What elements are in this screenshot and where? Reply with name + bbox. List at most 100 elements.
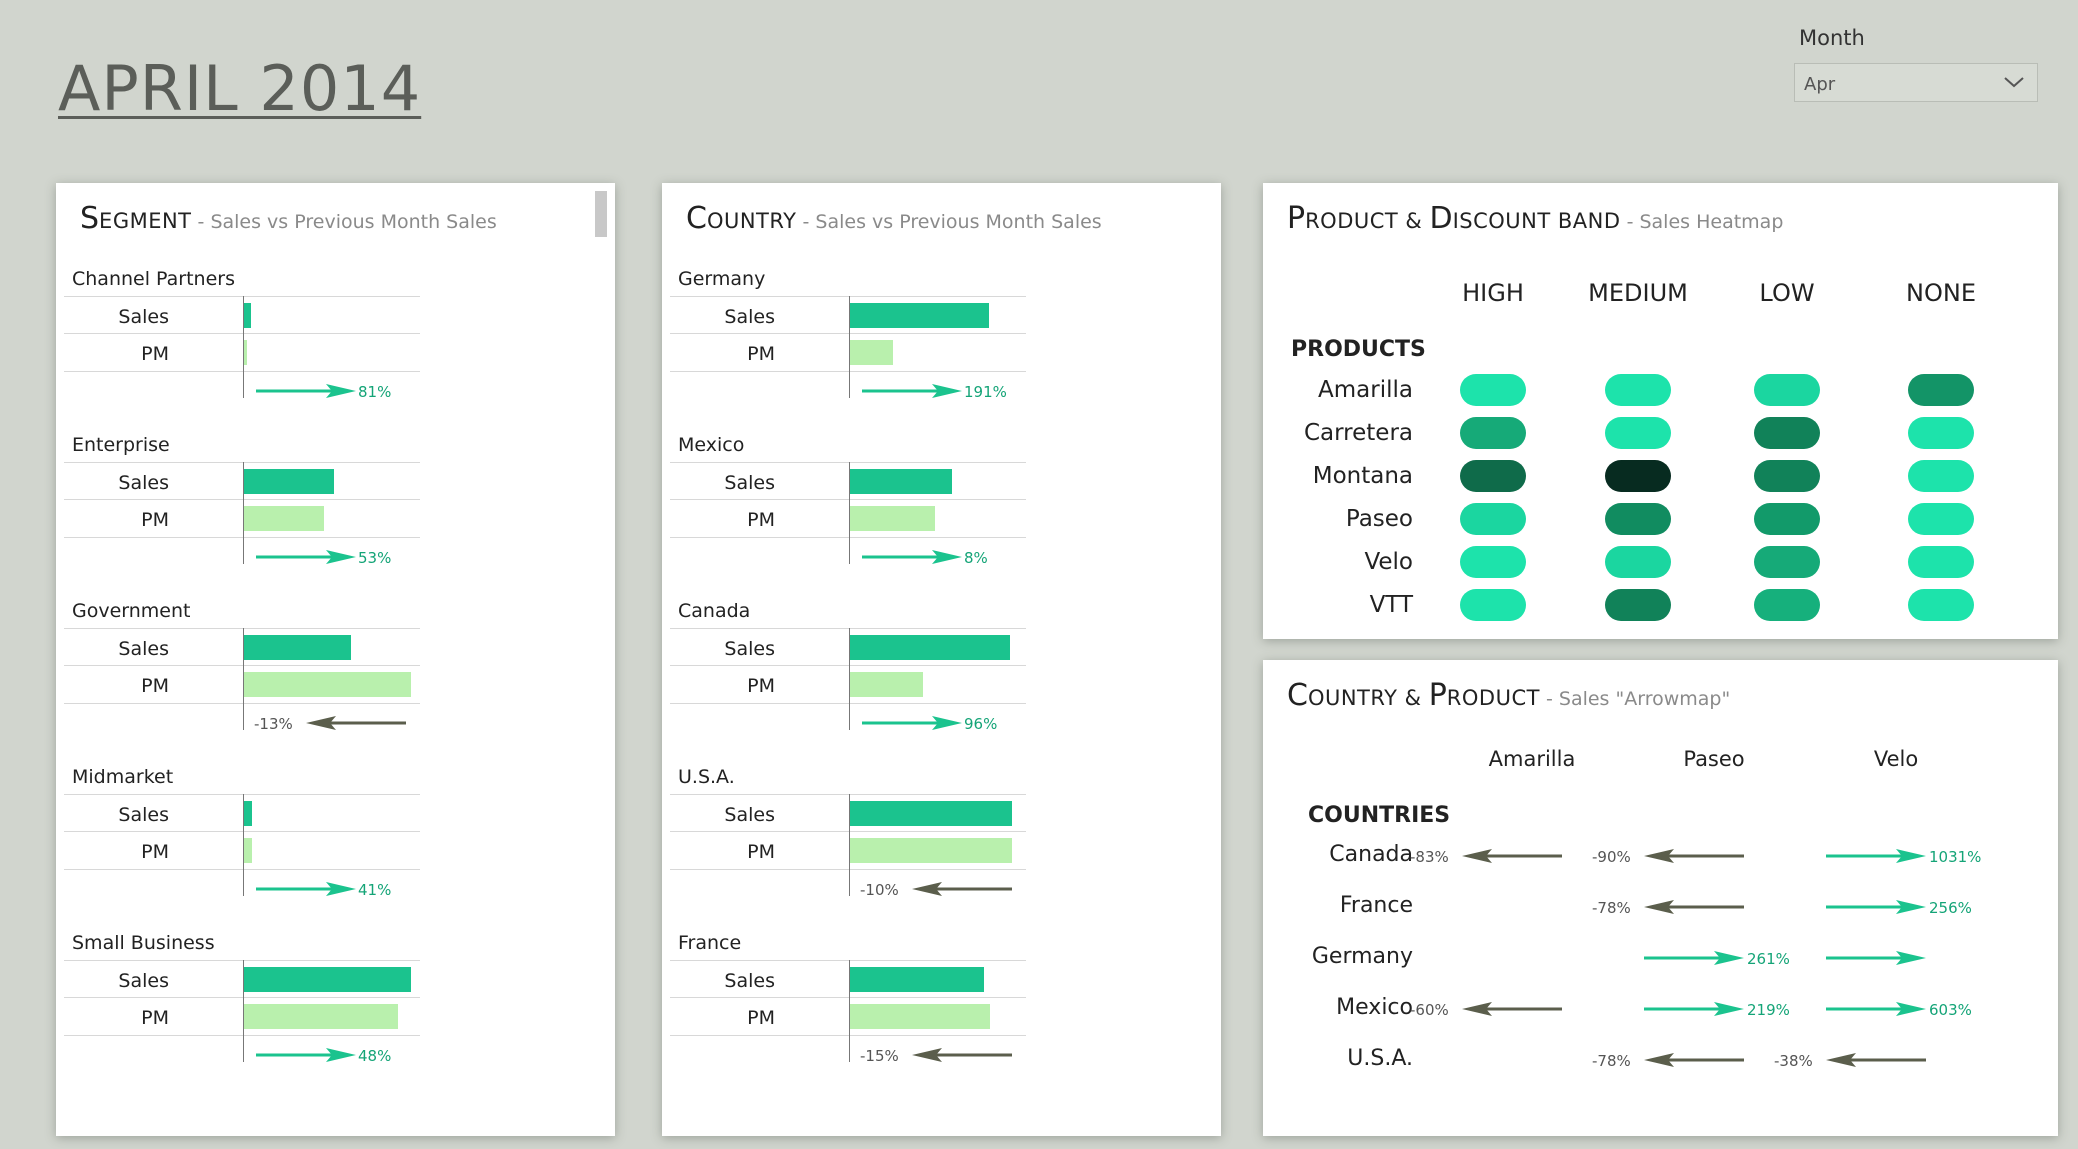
pm-bar [850,506,936,531]
change-percent: 48% [358,1047,392,1065]
heatmap-cell[interactable] [1754,374,1820,406]
pm-row-label: PM [747,343,775,365]
chevron-down-icon[interactable] [2003,74,2025,93]
arrowmap-row-label: Canada [1329,842,1413,867]
arrowmap-column-header: Velo [1873,747,1919,771]
heatmap-cell[interactable] [1460,503,1526,535]
arrowmap-percent: 1031% [1929,848,1982,866]
heatmap-cell[interactable] [1460,374,1526,406]
pm-row: PM [64,333,420,372]
change-percent: -15% [860,1047,899,1065]
sales-bar [244,635,351,660]
heatmap-cell[interactable] [1460,460,1526,492]
sales-bar [244,469,335,494]
arrowmap-percent: -38% [1774,1052,1813,1070]
arrow-right-icon [1826,849,1926,863]
pm-row: PM [64,831,420,870]
sales-row-label: Sales [724,638,775,660]
sales-row: Sales [64,628,420,666]
heatmap-cell[interactable] [1460,546,1526,578]
heatmap-cell[interactable] [1908,503,1974,535]
bar-group: Government Sales PM -13% [64,600,534,760]
heatmap-cell[interactable] [1460,417,1526,449]
pm-bar [850,838,1012,863]
sales-row: Sales [670,794,1026,832]
arrow-left-icon [912,1048,1012,1062]
sales-row: Sales [670,462,1026,500]
heatmap-cell[interactable] [1754,546,1820,578]
sales-row: Sales [670,296,1026,334]
change-percent: -10% [860,881,899,899]
countries-section-label: COUNTRIES [1308,803,1451,828]
group-name: Midmarket [72,766,174,788]
heatmap-panel: Product & Discount band - Sales Heatmap … [1263,183,2058,639]
change-percent: 191% [964,383,1007,401]
heatmap-row-label: Carretera [1303,420,1413,446]
heatmap-cell[interactable] [1908,374,1974,406]
scrollbar-thumb[interactable] [595,191,607,237]
heatmap-row-label: Paseo [1345,506,1413,532]
bar-group: Small Business Sales PM 48% [64,932,534,1092]
heatmap-cell[interactable] [1908,589,1974,621]
pm-row: PM [670,333,1026,372]
heatmap-column-header: LOW [1759,279,1815,307]
sales-row: Sales [670,960,1026,998]
heatmap-cell[interactable] [1754,417,1820,449]
arrow-right-icon [1644,951,1744,965]
sales-bar [850,801,1012,826]
pm-row-label: PM [141,509,169,531]
bar-axis [849,628,850,730]
bar-axis [849,794,850,896]
arrow-right-icon [862,550,962,564]
sales-row: Sales [64,794,420,832]
arrowmap-column-header: Amarilla [1488,747,1576,771]
arrowmap-percent: -78% [1592,899,1631,917]
arrow-left-icon [1826,1053,1926,1067]
heatmap-cell[interactable] [1754,460,1820,492]
heatmap-cell[interactable] [1908,546,1974,578]
heatmap-panel-title: Product & Discount band - Sales Heatmap [1287,201,1784,236]
month-dropdown[interactable]: Apr [1794,63,2038,102]
pm-row-label: PM [141,675,169,697]
heatmap-cell[interactable] [1605,546,1671,578]
bar-group: Germany Sales PM 191% [670,268,1140,428]
sales-row-label: Sales [118,638,169,660]
group-name: Channel Partners [72,268,235,290]
group-name: Germany [678,268,766,290]
arrow-left-icon [912,882,1012,896]
bar-axis [243,960,244,1062]
change-percent: -13% [254,715,293,733]
sales-row: Sales [670,628,1026,666]
arrow-right-icon [256,550,356,564]
heatmap-cell[interactable] [1754,589,1820,621]
heatmap-row-label: Montana [1312,463,1413,489]
heatmap-cell[interactable] [1605,503,1671,535]
arrowmap-percent: -90% [1592,848,1631,866]
heatmap-cell[interactable] [1460,589,1526,621]
pm-row-label: PM [747,1007,775,1029]
arrowmap-percent: 261% [1747,950,1790,968]
pm-row: PM [64,665,420,704]
heatmap-column-header: NONE [1906,279,1976,307]
arrow-right-icon [256,384,356,398]
heatmap-cell[interactable] [1908,460,1974,492]
heatmap-cell[interactable] [1908,417,1974,449]
arrow-left-icon [1462,1002,1562,1016]
sales-row-label: Sales [724,472,775,494]
arrowmap-row-label: Germany [1311,944,1413,969]
heatmap-cell[interactable] [1754,503,1820,535]
bar-group: Channel Partners Sales PM 81% [64,268,534,428]
arrow-right-icon [1826,951,1926,965]
arrowmap-row-label: Mexico [1336,995,1413,1020]
change-percent: 96% [964,715,998,733]
bar-group: Canada Sales PM 96% [670,600,1140,760]
sales-row: Sales [64,296,420,334]
group-name: Mexico [678,434,745,456]
group-name: Government [72,600,191,622]
country-panel-title: Country - Sales vs Previous Month Sales [686,201,1102,236]
heatmap-cell[interactable] [1605,374,1671,406]
bar-axis [243,462,244,564]
heatmap-cell[interactable] [1605,589,1671,621]
heatmap-cell[interactable] [1605,460,1671,492]
heatmap-cell[interactable] [1605,417,1671,449]
